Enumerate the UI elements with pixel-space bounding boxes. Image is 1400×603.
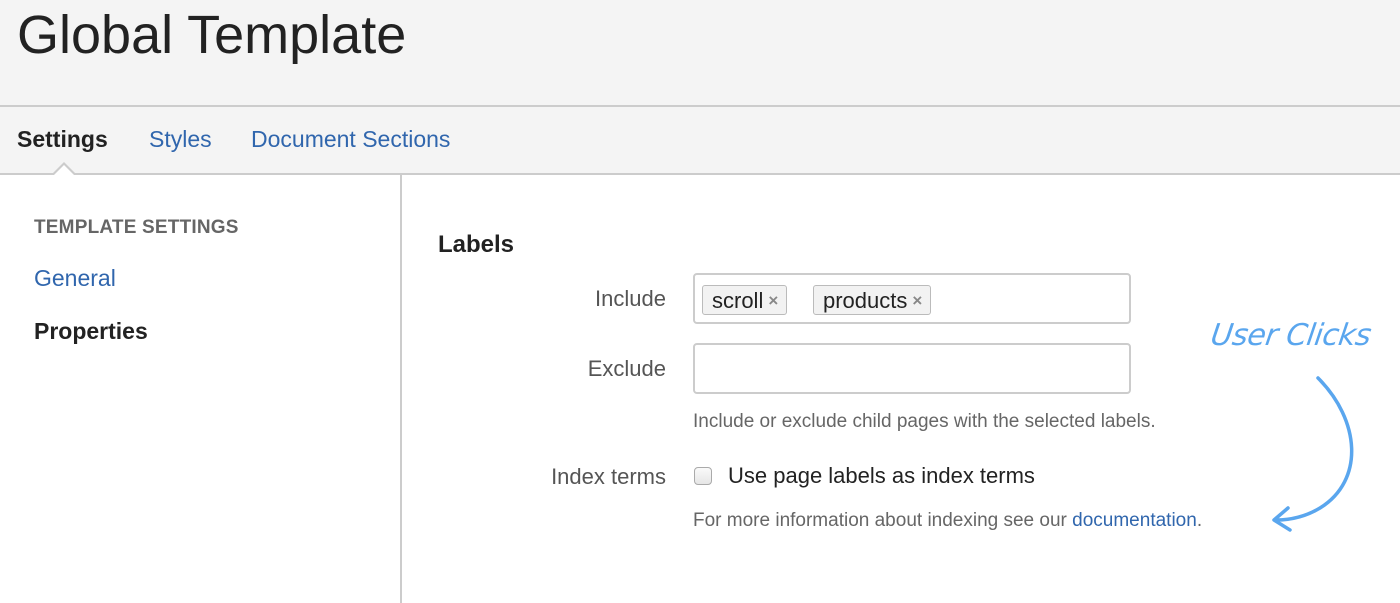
include-label: Include [595, 286, 666, 311]
index-terms-checkbox[interactable] [694, 467, 712, 485]
annotation-text: User Clicks [1208, 318, 1373, 353]
page-title: Global Template [17, 5, 407, 65]
sidebar-divider [400, 175, 402, 603]
remove-tag-icon[interactable]: × [768, 291, 778, 310]
tag-text: scroll [712, 288, 764, 313]
exclude-label: Exclude [587, 356, 666, 381]
tab-styles[interactable]: Styles [149, 126, 212, 153]
active-tab-indicator-fill [53, 165, 75, 176]
arrow-curve [1274, 376, 1354, 522]
tab-bar-divider [0, 173, 1400, 175]
exclude-labels-input[interactable] [693, 343, 1131, 394]
index-help-prefix: For more information about indexing see … [693, 510, 1073, 531]
documentation-link[interactable]: documentation [1072, 510, 1197, 531]
section-heading-labels: Labels [438, 231, 515, 258]
index-terms-label: Index terms [551, 464, 666, 489]
tab-document-sections[interactable]: Document Sections [251, 126, 450, 153]
curved-arrow-icon [1272, 376, 1354, 532]
label-tag: scroll × [702, 285, 788, 315]
sidebar-item-general[interactable]: General [34, 265, 116, 292]
tab-settings[interactable]: Settings [17, 126, 108, 153]
include-labels-input[interactable]: scroll × products × [693, 273, 1131, 324]
index-terms-checkbox-label[interactable]: Use page labels as index terms [728, 463, 1035, 489]
tag-text: products [823, 288, 908, 313]
page-header: Global Template [0, 0, 1400, 106]
index-help-text: For more information about indexing see … [693, 510, 1202, 532]
sidebar-heading: TEMPLATE SETTINGS [34, 217, 239, 238]
label-tag: products × [813, 285, 932, 315]
remove-tag-icon[interactable]: × [912, 291, 922, 310]
index-help-suffix: . [1196, 510, 1203, 531]
sidebar-item-properties[interactable]: Properties [34, 318, 148, 345]
labels-help-text: Include or exclude child pages with the … [693, 411, 1156, 432]
